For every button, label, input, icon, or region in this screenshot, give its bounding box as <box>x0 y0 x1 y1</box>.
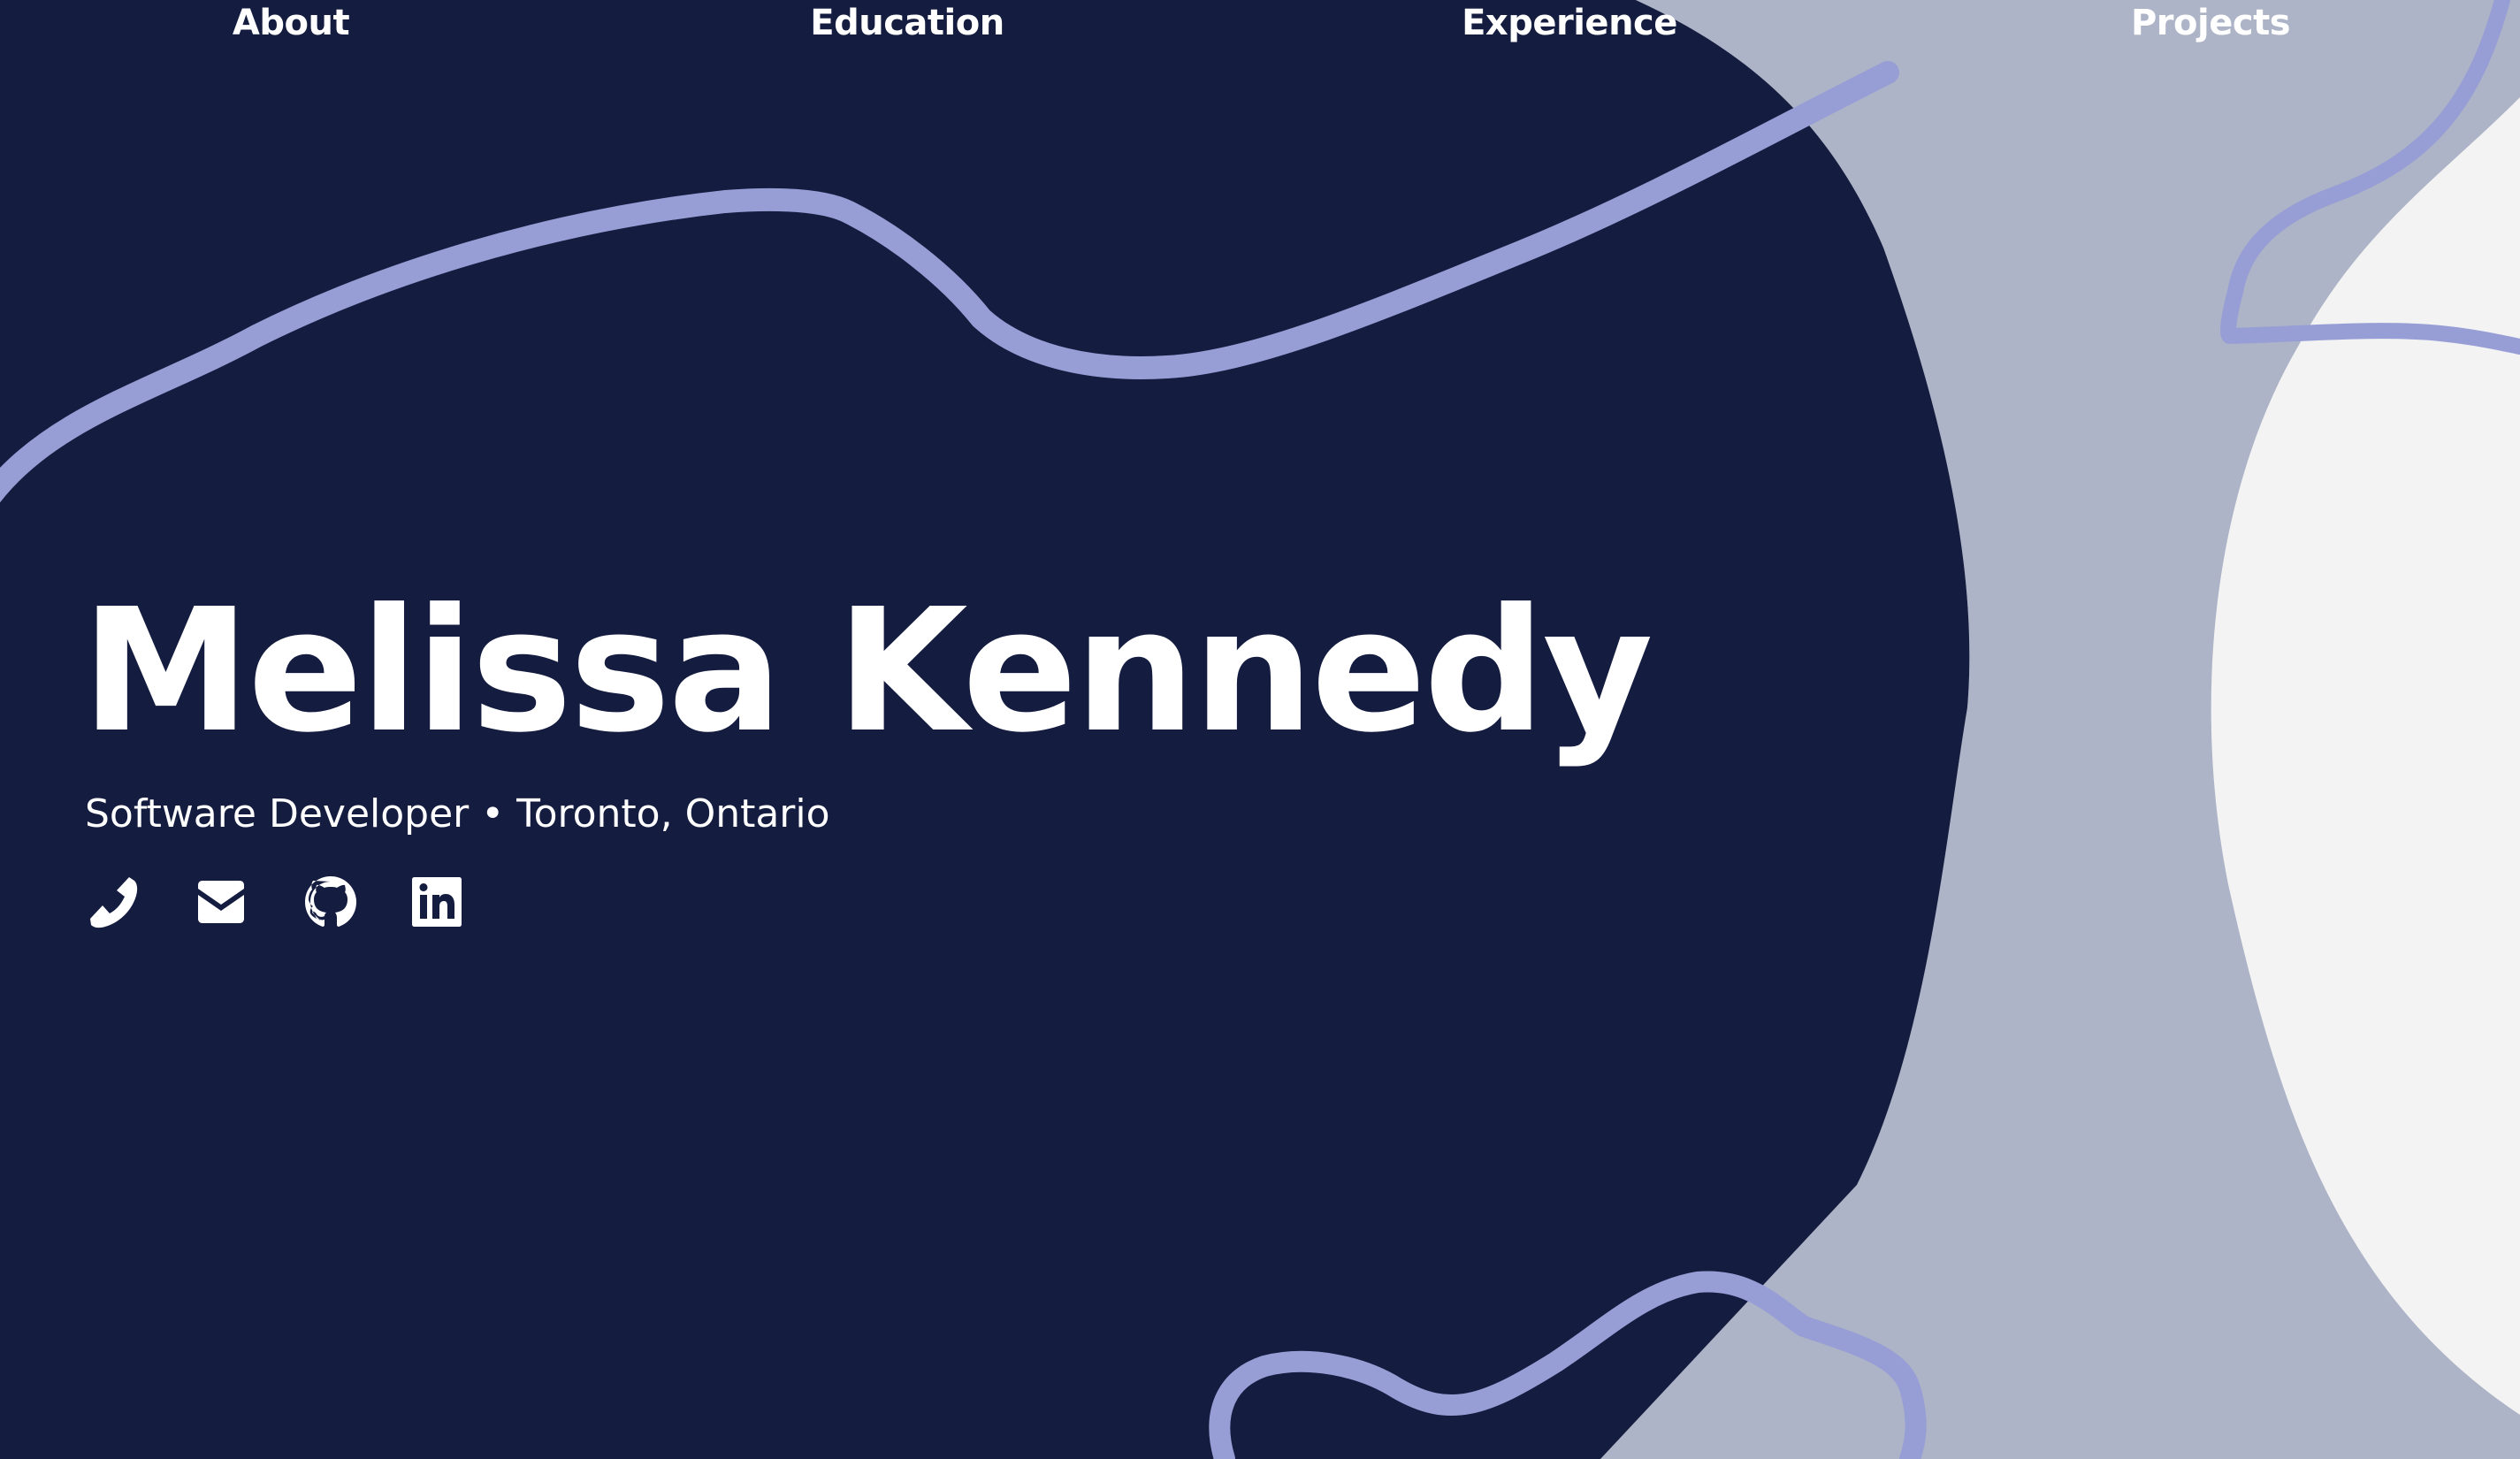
github-icon <box>305 876 356 927</box>
envelope-icon <box>198 881 244 923</box>
email-link[interactable] <box>193 874 249 930</box>
phone-icon <box>90 877 138 928</box>
linkedin-icon <box>412 877 462 927</box>
nav-link-about[interactable]: About <box>233 0 350 46</box>
phone-link[interactable] <box>85 874 141 930</box>
nav-link-projects[interactable]: Projects <box>2131 0 2291 46</box>
github-link[interactable] <box>302 874 359 930</box>
hero-name-heading: Melissa Kennedy <box>81 573 1653 770</box>
hero-subtitle: Software Developer • Toronto, Ontario <box>85 791 830 836</box>
hero-section: About Education Experience Projects Meli… <box>0 0 2520 1459</box>
linkedin-link[interactable] <box>409 874 465 930</box>
nav-link-experience[interactable]: Experience <box>1462 0 1677 46</box>
top-navigation: About Education Experience Projects <box>0 0 2520 53</box>
nav-link-education[interactable]: Education <box>810 0 1004 46</box>
